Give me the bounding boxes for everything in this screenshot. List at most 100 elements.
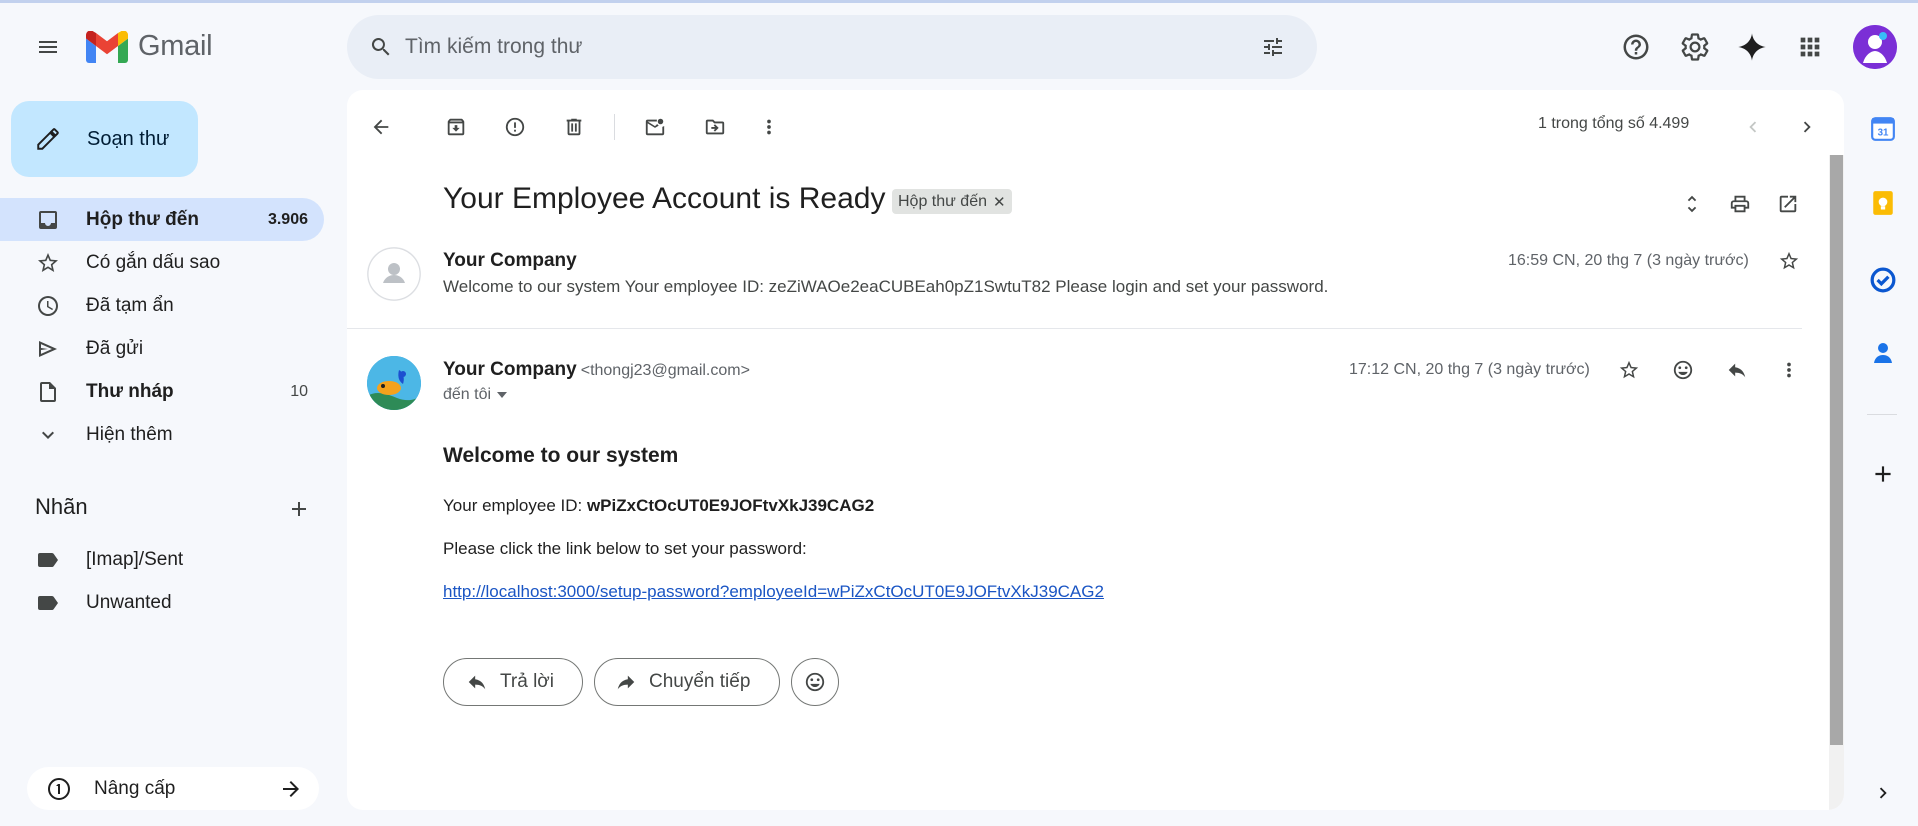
delete-button[interactable] [554, 107, 594, 147]
reply-icon-button[interactable] [1717, 350, 1757, 390]
arrow-back-icon [373, 119, 389, 135]
open-in-new-icon [1779, 195, 1797, 213]
search-icon [371, 38, 390, 56]
show-side-panel-button[interactable] [1866, 776, 1900, 810]
archive-icon [447, 118, 465, 136]
avatar-image-icon [367, 356, 421, 410]
forward-label: Chuyển tiếp [649, 671, 751, 692]
contacts-app-button[interactable] [1866, 336, 1900, 370]
hamburger-menu-icon [39, 41, 57, 53]
search-button[interactable] [361, 27, 401, 67]
label-item-unwanted[interactable]: Unwanted [0, 583, 324, 623]
emoji-reaction-button[interactable] [791, 658, 839, 706]
main-menu-button[interactable] [28, 27, 68, 67]
search-options-button[interactable] [1253, 27, 1293, 67]
star-icon [1779, 251, 1799, 270]
sidebar-item-sent[interactable]: Đã gửi [0, 327, 324, 370]
upgrade-button[interactable]: Nâng cấp [27, 767, 319, 810]
reply-button[interactable]: Trả lời [443, 658, 583, 706]
avatar-icon [1853, 25, 1897, 69]
add-label-button[interactable] [279, 489, 319, 529]
search-input[interactable] [405, 27, 1205, 67]
scrollbar-thumb[interactable] [1830, 155, 1843, 745]
back-button[interactable] [361, 107, 401, 147]
label-item-imap-sent[interactable]: [Imap]/Sent [0, 540, 324, 580]
star-open-message-button[interactable] [1609, 350, 1649, 390]
sidebar-item-more[interactable]: Hiện thêm [0, 413, 324, 456]
move-to-button[interactable] [695, 107, 735, 147]
sender-name: Your Company [443, 359, 577, 380]
email-body-heading: Welcome to our system [443, 444, 679, 467]
search-bar[interactable] [347, 15, 1317, 79]
compose-button[interactable]: Soạn thư [11, 101, 198, 177]
google-apps-button[interactable] [1790, 27, 1830, 67]
sparkle-icon [1738, 33, 1766, 61]
label-tag-icon [36, 550, 60, 575]
chevron-down-icon [36, 423, 60, 447]
folder-move-icon [705, 119, 725, 135]
collapsed-sender-name[interactable]: Your Company [443, 250, 577, 272]
sidebar-item-inbox[interactable]: Hộp thư đến 3.906 [0, 198, 324, 241]
sidebar-item-drafts[interactable]: Thư nháp 10 [0, 370, 324, 413]
reply-icon [1728, 363, 1746, 378]
sidebar-item-snoozed[interactable]: Đã tạm ẩn [0, 284, 324, 327]
clock-icon [36, 294, 60, 318]
contacts-person-icon [1874, 343, 1892, 363]
recipient-text: đến tôi [443, 386, 492, 403]
draft-count: 10 [290, 382, 308, 400]
report-spam-button[interactable] [495, 107, 535, 147]
expand-all-button[interactable] [1672, 184, 1712, 224]
more-actions-button[interactable] [749, 107, 789, 147]
mark-unread-icon [645, 118, 665, 136]
calendar-app-button[interactable]: 31 [1866, 112, 1900, 146]
emoji-icon [805, 672, 825, 692]
chevron-left-icon [1749, 121, 1757, 133]
upgrade-label: Nâng cấp [94, 777, 176, 799]
star-icon [1619, 360, 1639, 379]
gmail-logo[interactable]: Gmail [86, 30, 213, 63]
inbox-icon [36, 208, 60, 232]
sender-avatar-placeholder [367, 247, 421, 301]
get-addons-button[interactable] [1866, 457, 1900, 491]
top-progress-line [0, 0, 1918, 3]
report-icon [505, 117, 525, 137]
archive-button[interactable] [436, 107, 476, 147]
add-reaction-button[interactable] [1663, 350, 1703, 390]
newer-button[interactable] [1733, 107, 1773, 147]
support-button[interactable] [1616, 27, 1656, 67]
sidebar-item-label: Hộp thư đến [86, 208, 199, 230]
message-more-button[interactable] [1769, 350, 1809, 390]
open-new-window-button[interactable] [1768, 184, 1808, 224]
sender-avatar[interactable] [367, 356, 421, 410]
reply-arrow-icon [468, 675, 486, 690]
setup-password-link[interactable]: http://localhost:3000/setup-password?emp… [443, 582, 1104, 602]
employee-id-line: Your employee ID: wPiZxCtOcUT0E9JOFtvXkJ… [443, 496, 874, 516]
forward-button[interactable]: Chuyển tiếp [594, 658, 780, 706]
account-avatar[interactable] [1853, 25, 1897, 69]
chevron-right-icon [1879, 787, 1887, 799]
remove-label-icon[interactable]: ✕ [993, 193, 1006, 211]
star-message-button[interactable] [1769, 241, 1809, 281]
unfold-icon [1687, 195, 1697, 213]
message-divider [347, 328, 1802, 329]
recipient-details-toggle[interactable]: đến tôi [443, 386, 508, 404]
settings-button[interactable] [1675, 27, 1715, 67]
caret-down-icon [497, 391, 508, 398]
compose-label: Soạn thư [87, 127, 170, 150]
message-panel: 1 trong tổng số 4.499 Your Employee Acco… [347, 90, 1844, 810]
keep-app-button[interactable] [1866, 186, 1900, 220]
trash-icon [566, 118, 582, 136]
mark-unread-button[interactable] [635, 107, 675, 147]
unread-count: 3.906 [267, 210, 308, 228]
print-button[interactable] [1720, 184, 1760, 224]
sidebar-item-starred[interactable]: Có gắn dấu sao [0, 241, 324, 284]
tasks-app-button[interactable] [1866, 263, 1900, 297]
collapsed-message-snippet[interactable]: Welcome to our system Your employee ID: … [443, 277, 1328, 297]
employee-id-value: wPiZxCtOcUT0E9JOFtvXkJ39CAG2 [586, 496, 875, 515]
person-icon [367, 247, 421, 301]
older-button[interactable] [1787, 107, 1827, 147]
open-sender-name[interactable]: Your Company <thongj23@gmail.com> [443, 359, 750, 381]
tune-icon [1264, 38, 1282, 56]
email-instruction: Please click the link below to set your … [443, 539, 807, 558]
gemini-button[interactable] [1732, 27, 1772, 67]
